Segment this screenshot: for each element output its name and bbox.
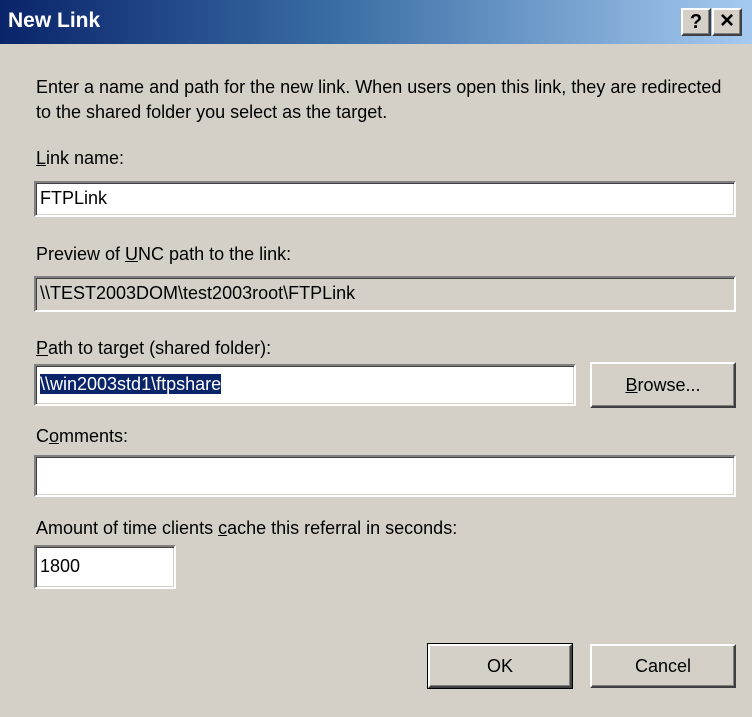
browse-button-text: rowse... — [637, 374, 701, 395]
title-bar[interactable]: New Link ? × — [0, 0, 752, 44]
link-name-input[interactable]: FTPLink — [34, 181, 736, 217]
target-path-label-text: ath to target (shared folder): — [48, 338, 272, 358]
ok-button-label: OK — [486, 655, 513, 676]
comments-label-pre: C — [36, 426, 49, 446]
ok-button[interactable]: OK — [427, 643, 573, 689]
unc-preview-value: \\TEST2003DOM\test2003root\FTPLink — [40, 283, 356, 303]
comments-input[interactable] — [34, 455, 736, 497]
link-name-label-text: ink name: — [46, 148, 125, 168]
target-path-label: Path to target (shared folder): — [36, 337, 271, 359]
new-link-dialog: New Link ? × Enter a name and path for t… — [0, 0, 752, 717]
link-name-label: Link name: — [36, 147, 124, 169]
unc-preview-label-mnemonic: U — [125, 244, 139, 264]
cancel-button-label: Cancel — [634, 655, 692, 676]
cache-time-value: 1800 — [40, 556, 81, 576]
unc-preview-label-text: NC path to the link: — [138, 244, 292, 264]
cancel-button[interactable]: Cancel — [590, 644, 736, 688]
cache-time-label-text: ache this referral in seconds: — [227, 518, 458, 538]
link-name-value: FTPLink — [40, 188, 108, 208]
browse-button[interactable]: Browse... — [590, 362, 736, 408]
window-title: New Link — [8, 9, 101, 32]
target-path-label-mnemonic: P — [36, 338, 49, 358]
unc-preview-label-pre: Preview of — [36, 244, 126, 264]
cache-time-label-pre: Amount of time clients — [36, 518, 219, 538]
close-icon: × — [719, 7, 734, 34]
cache-time-label: Amount of time clients cache this referr… — [36, 517, 457, 539]
comments-label-text: mments: — [59, 426, 129, 446]
help-button[interactable]: ? — [681, 8, 711, 36]
comments-label-mnemonic: o — [49, 426, 60, 446]
link-name-label-mnemonic: L — [36, 148, 47, 168]
unc-preview-field: \\TEST2003DOM\test2003root\FTPLink — [34, 276, 736, 312]
cache-time-input[interactable]: 1800 — [34, 545, 176, 589]
dialog-description: Enter a name and path for the new link. … — [36, 77, 722, 122]
comments-label: Comments: — [36, 425, 128, 447]
browse-button-mnemonic: B — [625, 374, 638, 395]
close-button[interactable]: × — [712, 8, 742, 36]
target-path-value: \\win2003std1\ftpshare — [40, 374, 222, 394]
target-path-input[interactable]: \\win2003std1\ftpshare — [34, 364, 576, 406]
help-icon: ? — [689, 11, 703, 33]
unc-preview-label: Preview of UNC path to the link: — [36, 243, 291, 265]
cache-time-label-mnemonic: c — [218, 518, 228, 538]
browse-button-label: Browse... — [625, 375, 700, 396]
